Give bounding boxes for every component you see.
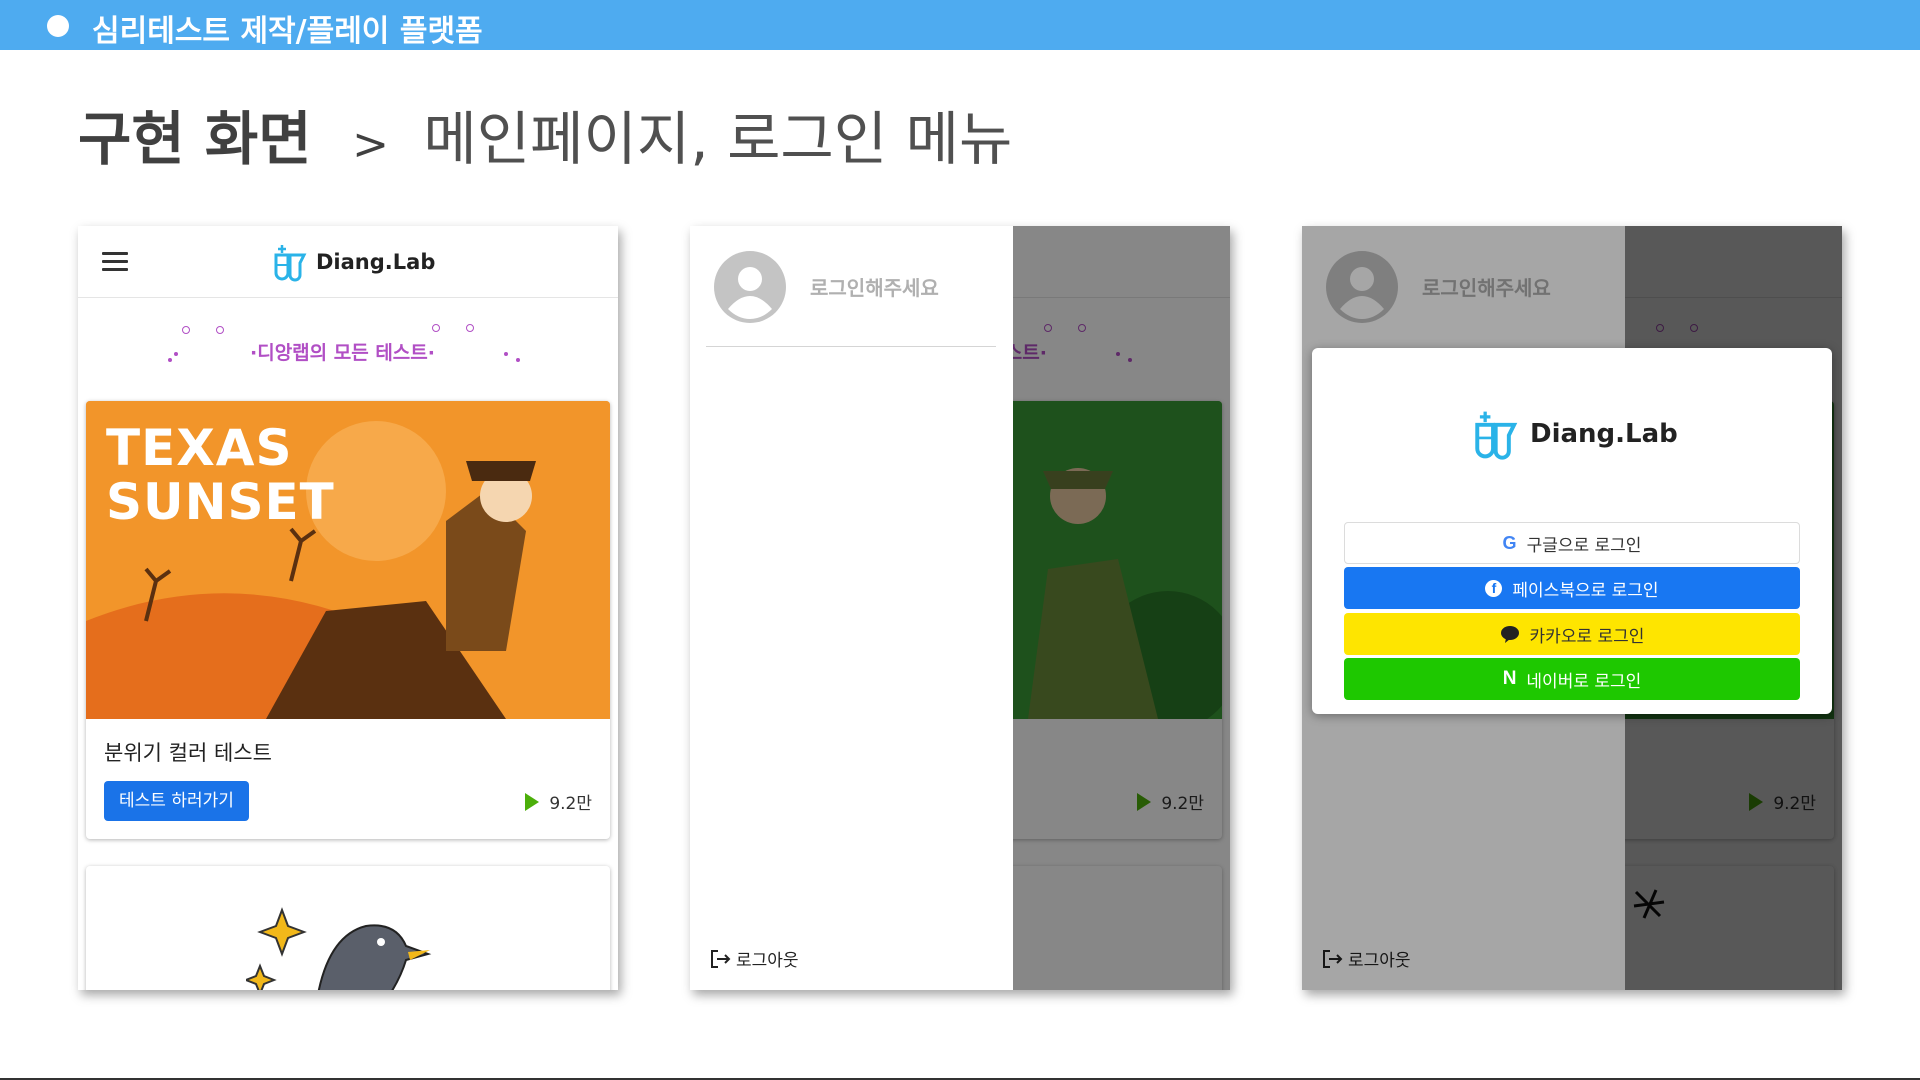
- go-to-test-button[interactable]: 테스트 하러가기: [104, 781, 249, 821]
- test-card-2[interactable]: [86, 866, 610, 990]
- login-prompt[interactable]: 로그인해주세요: [810, 272, 939, 301]
- test-card[interactable]: TEXAS SUNSET 분위기 컬러 테스트 테스트 하러가기 9.2만: [86, 401, 610, 839]
- heading-bold: 구현 화면: [78, 105, 312, 173]
- phone-drawer-menu: Diang.Lab ·디앙랩의 모든 테스트· 9.2만: [690, 226, 1230, 990]
- modal-brand-name: Diang.Lab: [1530, 419, 1678, 449]
- subtitle-text: ·디앙랩의 모든 테스트·: [250, 342, 435, 364]
- naver-login-label: 네이버로 로그인: [1526, 671, 1642, 692]
- bullet-dot: [47, 15, 69, 37]
- google-login-label: 구글으로 로그인: [1526, 535, 1642, 556]
- kakao-login-button[interactable]: 카카오로 로그인: [1344, 613, 1800, 655]
- logout-icon: [711, 949, 731, 968]
- test-card-title: 분위기 컬러 테스트: [104, 741, 272, 765]
- app-screen: Diang.Lab ·디앙랩의 모든 테스트· TEXAS SUNSET 분위기…: [78, 226, 618, 990]
- flask-logo-icon: [274, 245, 307, 282]
- image-text-line-1: TEXAS: [106, 419, 293, 477]
- naver-login-button[interactable]: N 네이버로 로그인: [1344, 658, 1800, 700]
- test-card-image[interactable]: TEXAS SUNSET: [86, 401, 610, 719]
- facebook-login-label: 페이스북으로 로그인: [1512, 580, 1659, 601]
- heading-light: 메인페이지, 로그인 메뉴: [423, 105, 1013, 173]
- kakao-login-label: 카카오로 로그인: [1529, 626, 1645, 647]
- subtitle-banner: ·디앙랩의 모든 테스트·: [78, 318, 618, 388]
- brand-logo[interactable]: Diang.Lab: [272, 240, 435, 284]
- image-text-line-2: SUNSET: [106, 473, 335, 531]
- slide-header-title: 심리테스트 제작/플레이 플랫폼: [92, 14, 483, 49]
- modal-brand-logo: Diang.Lab: [1472, 406, 1678, 462]
- phone-login-modal: Diang.Lab 9.2만 로그인해주세요: [1302, 226, 1842, 990]
- slide-header-bar: 심리테스트 제작/플레이 플랫폼: [0, 0, 1920, 50]
- login-modal: Diang.Lab G 구글으로 로그인 f 페이스북으로 로그인 카카오로 로…: [1312, 348, 1832, 714]
- logout-button[interactable]: 로그아웃: [710, 946, 799, 971]
- avatar-icon: [714, 251, 786, 323]
- play-count-value: 9.2만: [549, 794, 592, 814]
- menu-icon[interactable]: [102, 252, 128, 272]
- phone-main-page: Diang.Lab ·디앙랩의 모든 테스트· TEXAS SUNSET 분위기…: [78, 226, 618, 990]
- slide-heading: 구현 화면 > 메인페이지, 로그인 메뉴: [78, 92, 1012, 176]
- flask-logo-icon: [1475, 411, 1518, 460]
- google-login-button[interactable]: G 구글으로 로그인: [1344, 522, 1800, 564]
- app-bar: Diang.Lab: [78, 226, 618, 298]
- side-drawer: 로그인해주세요 로그아웃: [690, 226, 1013, 990]
- heading-separator: >: [352, 119, 389, 170]
- brand-name: Diang.Lab: [316, 250, 436, 274]
- drawer-divider: [706, 346, 996, 347]
- play-count: 9.2만: [525, 789, 592, 814]
- google-icon: G: [1502, 532, 1517, 553]
- facebook-icon: f: [1485, 579, 1503, 597]
- facebook-login-button[interactable]: f 페이스북으로 로그인: [1344, 567, 1800, 609]
- test-card-2-image: [246, 907, 432, 990]
- play-icon: [525, 792, 540, 811]
- naver-icon: N: [1502, 668, 1517, 689]
- logout-label: 로그아웃: [736, 951, 799, 971]
- kakao-icon: [1500, 626, 1519, 643]
